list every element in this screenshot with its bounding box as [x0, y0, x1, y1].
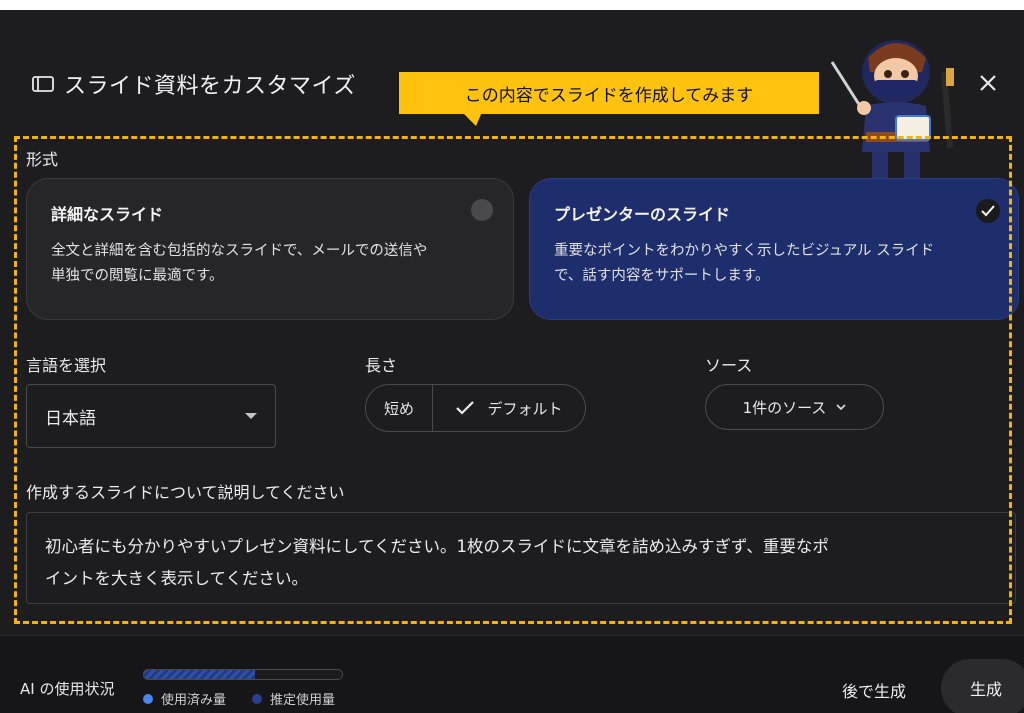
description-label: 作成するスライドについて説明してください [26, 483, 345, 502]
dropdown-caret-icon [245, 413, 257, 419]
length-short-label: 短め [383, 399, 414, 418]
customize-slides-dialog: スライド資料をカスタマイズ この内容でスライドを作成してみます 形式 詳細なスラ… [0, 10, 1024, 713]
generate-button[interactable]: 生成 [941, 659, 1024, 713]
legend-estimated: 推定使用量 [252, 689, 335, 708]
annotation-callout: この内容でスライドを作成してみます [399, 72, 819, 114]
check-selected-icon[interactable] [976, 199, 1000, 223]
generate-button-label: 生成 [969, 680, 1002, 699]
length-short-option[interactable]: 短め [366, 385, 433, 431]
source-label: ソース [705, 356, 753, 375]
source-value: 1件のソース [742, 398, 827, 417]
length-label: 長さ [365, 356, 398, 375]
legend-used: 使用済み量 [143, 689, 226, 708]
close-button[interactable] [975, 70, 1001, 96]
description-line: 全文と詳細を含む包括的なスライドで、メールでの送信や [51, 243, 428, 259]
length-default-option[interactable]: デフォルト [433, 385, 585, 431]
chevron-down-icon [836, 403, 846, 410]
format-option-presenter[interactable]: プレゼンターのスライド 重要なポイントをわかりやすく示したビジュアル スライド … [529, 178, 1019, 320]
ninja-mascot-illustration [830, 40, 954, 194]
source-dropdown[interactable]: 1件のソース [705, 384, 884, 430]
description-line: で、話す内容をサポートします。 [554, 268, 770, 284]
format-option-title: 詳細なスライド [51, 205, 164, 224]
dialog-title: スライド資料をカスタマイズ [64, 74, 356, 99]
radio-unselected-icon[interactable] [471, 199, 493, 221]
format-option-description: 重要なポイントをわかりやすく示したビジュアル スライド で、話す内容をサポートし… [554, 239, 994, 289]
usage-progress-bar [143, 669, 343, 680]
description-text-line: イントを大きく表示してください。 [45, 569, 309, 588]
callout-text: この内容でスライドを作成してみます [464, 85, 754, 106]
usage-label: AI の使用状況 [20, 680, 115, 698]
dialog-footer: AI の使用状況 使用済み量 推定使用量 後で生成 生成 [0, 635, 1024, 713]
dialog-header: スライド資料をカスタマイズ [32, 68, 356, 100]
legend-estimated-label: 推定使用量 [270, 693, 336, 708]
language-value: 日本語 [45, 408, 96, 429]
estimated-dot-icon [252, 693, 262, 704]
callout-tail [462, 112, 482, 126]
description-text-line: 初心者にも分かりやすいプレゼン資料にしてください。1枚のスライドに文章を詰め込み… [45, 537, 829, 556]
language-select[interactable]: 日本語 [26, 384, 276, 448]
length-toggle: 短め デフォルト [365, 384, 586, 432]
slides-icon [32, 76, 54, 92]
description-textarea[interactable]: 初心者にも分かりやすいプレゼン資料にしてください。1枚のスライドに文章を詰め込み… [26, 512, 1016, 604]
close-icon [980, 75, 996, 91]
legend-used-label: 使用済み量 [161, 693, 227, 708]
length-default-label: デフォルト [487, 399, 563, 418]
language-label: 言語を選択 [26, 356, 107, 375]
format-option-detailed[interactable]: 詳細なスライド 全文と詳細を含む包括的なスライドで、メールでの送信や 単独での閲… [26, 178, 514, 320]
format-option-description: 全文と詳細を含む包括的なスライドで、メールでの送信や 単独での閲覧に最適です。 [51, 239, 489, 289]
generate-later-button[interactable]: 後で生成 [842, 678, 906, 702]
format-option-title: プレゼンターのスライド [554, 205, 731, 224]
format-label: 形式 [26, 150, 59, 169]
description-line: 重要なポイントをわかりやすく示したビジュアル スライド [554, 243, 935, 259]
description-line: 単独での閲覧に最適です。 [51, 268, 224, 284]
used-dot-icon [143, 693, 153, 704]
usage-progress-fill [144, 670, 255, 679]
checkmark-icon [456, 401, 475, 415]
